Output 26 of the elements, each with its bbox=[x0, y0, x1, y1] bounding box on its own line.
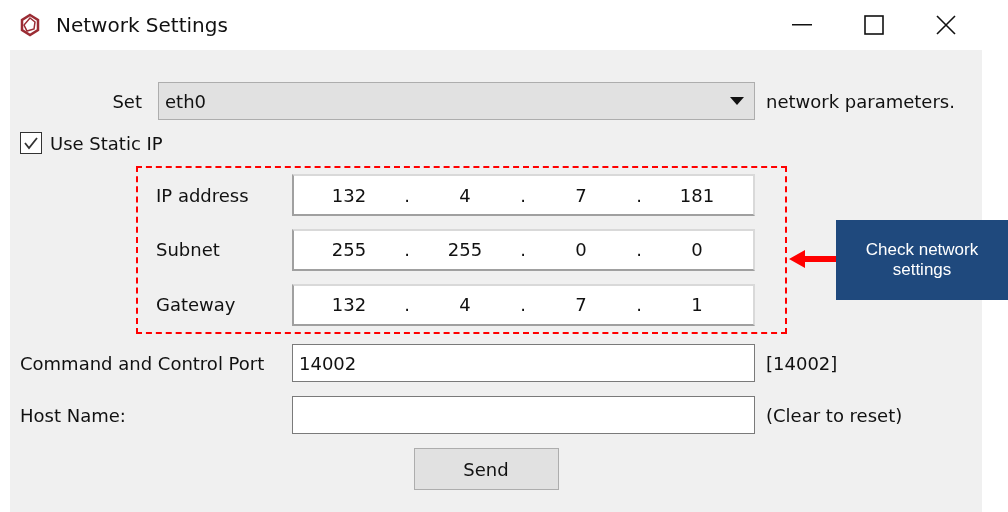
maximize-icon[interactable] bbox=[864, 15, 884, 35]
host-name-field[interactable] bbox=[292, 396, 755, 434]
ip-field-label: Gateway bbox=[156, 294, 237, 316]
ip-address-field[interactable]: 132 . 4 . 7 . 1 bbox=[292, 283, 755, 326]
static-ip-label: Use Static IP bbox=[50, 132, 163, 154]
send-button[interactable]: Send bbox=[413, 448, 559, 490]
static-ip-checkbox[interactable] bbox=[20, 132, 42, 154]
ip-address-field[interactable]: 255 . 255 . 0 . 0 bbox=[292, 229, 755, 271]
port-default-hint: [14002] bbox=[766, 352, 838, 374]
host-name-hint: (Clear to reset) bbox=[766, 404, 903, 426]
minimize-icon[interactable] bbox=[792, 24, 812, 26]
dropdown-arrow-icon bbox=[730, 97, 744, 105]
ip-address-field[interactable]: 132 . 4 . 7 . 181 bbox=[292, 174, 755, 217]
set-label: Set bbox=[111, 90, 142, 112]
callout-arrow bbox=[789, 249, 837, 269]
ip-field-label: Subnet bbox=[156, 239, 221, 261]
host-name-label: Host Name: bbox=[20, 404, 127, 426]
network-parameters-label: network parameters. bbox=[766, 90, 955, 112]
interface-dropdown[interactable]: eth0 bbox=[158, 82, 755, 120]
callout-text: Check network settings bbox=[864, 240, 980, 280]
port-field[interactable]: 14002 bbox=[292, 344, 755, 382]
window-title: Network Settings bbox=[56, 13, 228, 37]
ip-field-label: IP address bbox=[156, 184, 250, 206]
app-logo-icon bbox=[18, 13, 42, 37]
close-icon[interactable] bbox=[936, 15, 956, 35]
port-label: Command and Control Port bbox=[20, 352, 266, 374]
